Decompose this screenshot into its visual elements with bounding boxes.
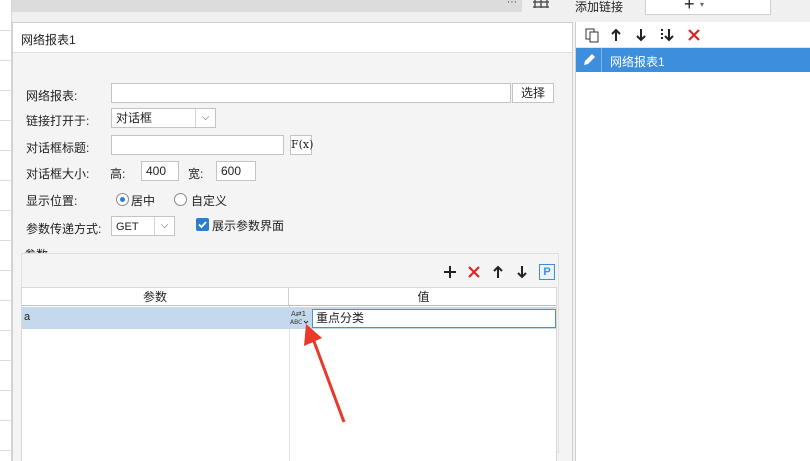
edit-pencil-icon[interactable] (581, 52, 597, 68)
move-to-bottom-icon[interactable] (659, 27, 675, 43)
right-panel-header: 添加链接 + ▾ (573, 0, 810, 22)
dialog-title-bar: 网络报表1 (13, 23, 572, 53)
column-header-param[interactable]: 参数 (22, 288, 289, 306)
add-link-dropdown[interactable]: + ▾ (645, 0, 771, 15)
link-list-item[interactable]: 网络报表1 (576, 48, 810, 72)
add-link-button[interactable]: + (684, 0, 695, 13)
formula-button[interactable]: F(x) (290, 135, 313, 155)
top-scrollbar[interactable] (12, 0, 522, 12)
chevron-down-icon[interactable]: ▾ (700, 0, 704, 9)
report-input[interactable] (111, 83, 511, 103)
add-icon[interactable] (442, 264, 458, 280)
dialog-title-input[interactable] (111, 135, 284, 155)
svg-text:A⇄1: A⇄1 (291, 310, 306, 318)
links-panel: 网络报表1 (575, 22, 810, 461)
position-label: 显示位置: (26, 194, 78, 208)
dialog-title-label: 对话框标题: (26, 141, 90, 155)
position-custom-radio[interactable] (174, 193, 187, 206)
report-label: 网络报表: (26, 89, 78, 103)
column-header-value[interactable]: 值 (289, 288, 558, 306)
left-ruler-strip (0, 0, 12, 461)
chevron-down-icon[interactable]: ⌵ (154, 217, 174, 235)
table-grid-icon[interactable] (531, 0, 553, 14)
position-custom-label[interactable]: 自定义 (191, 192, 227, 209)
arrow-down-icon[interactable] (514, 264, 530, 280)
link-settings-dialog: 网络报表1 网络报表: 选择 链接打开于: 对话框 ⌵ 对话框标题: F(x) … (12, 22, 573, 461)
width-input[interactable]: 600 (216, 161, 256, 181)
width-label: 宽: (188, 167, 204, 181)
param-method-label: 参数传递方式: (26, 222, 102, 236)
param-method-select[interactable]: GET ⌵ (111, 216, 175, 236)
arrow-up-icon[interactable] (608, 27, 624, 43)
open-in-select[interactable]: 对话框 ⌵ (111, 108, 216, 128)
arrow-down-icon[interactable] (633, 27, 649, 43)
dialog-size-label: 对话框大小: (26, 167, 90, 181)
open-in-label: 链接打开于: (26, 114, 90, 128)
position-center-radio[interactable] (116, 193, 129, 206)
params-table-header: 参数 值 (22, 288, 556, 306)
delete-icon[interactable] (466, 264, 482, 280)
param-method-value: GET (116, 221, 139, 233)
links-toolbar (576, 22, 810, 48)
chevron-down-icon[interactable]: ⌵ (195, 109, 215, 127)
position-center-label[interactable]: 居中 (131, 192, 155, 209)
annotation-arrow (304, 324, 346, 423)
more-dots-icon[interactable]: ⋯ (507, 0, 525, 8)
add-link-title: 添加链接 (575, 0, 624, 14)
open-in-value: 对话框 (116, 111, 153, 125)
show-param-ui-checkbox[interactable] (196, 218, 209, 231)
dialog-title: 网络报表1 (21, 33, 76, 47)
parameter-p-icon[interactable]: P (539, 264, 555, 280)
choose-button[interactable]: 选择 (512, 83, 554, 103)
show-param-ui-label[interactable]: 展示参数界面 (212, 217, 284, 234)
copy-icon[interactable] (584, 27, 600, 43)
param-name-cell[interactable]: a (24, 311, 30, 323)
link-item-label[interactable]: 网络报表1 (610, 53, 665, 70)
params-table: 参数 值 a A⇄1 ABC 重点分类 (21, 287, 557, 461)
height-input[interactable]: 400 (141, 161, 179, 181)
item-divider (601, 48, 602, 72)
delete-icon[interactable] (686, 27, 702, 43)
height-label: 高: (110, 167, 126, 181)
arrow-up-icon[interactable] (490, 264, 506, 280)
